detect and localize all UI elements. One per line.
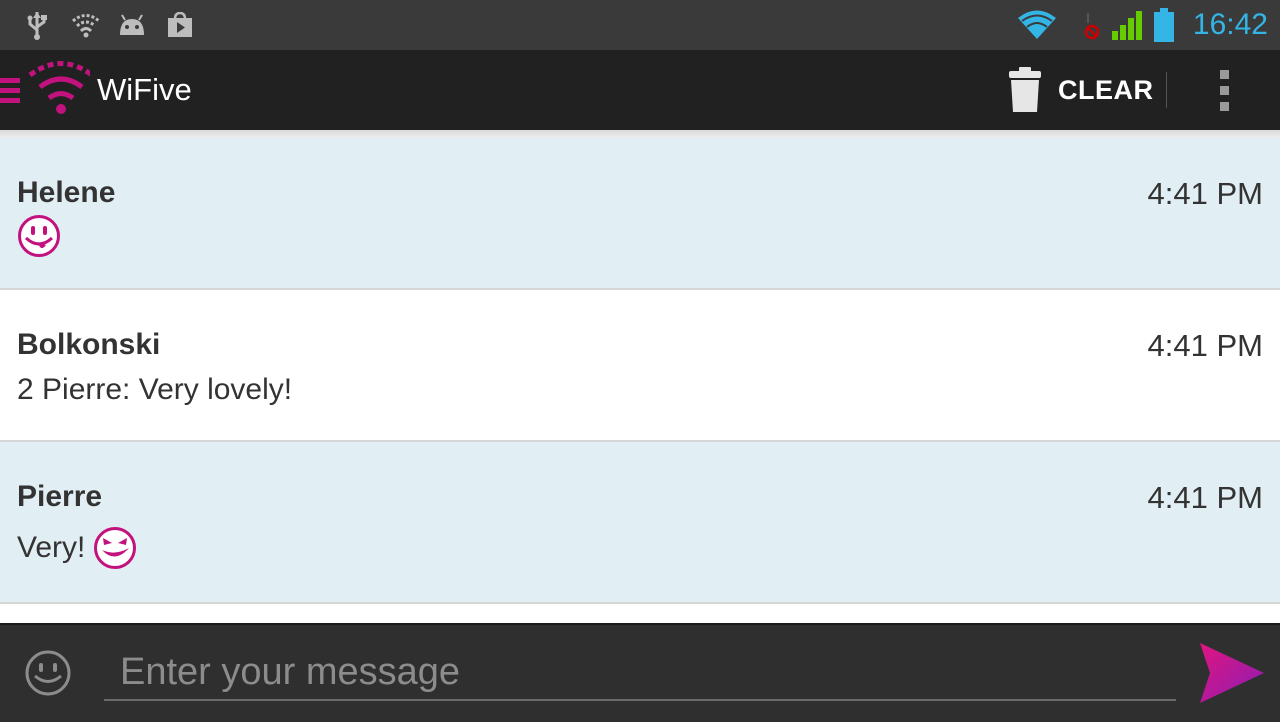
menu-icon xyxy=(0,78,20,103)
action-divider xyxy=(1166,72,1167,108)
message-item[interactable]: Pierre 4:41 PM Very! xyxy=(0,442,1280,604)
message-sender: Bolkonski xyxy=(17,328,161,361)
clear-label: CLEAR xyxy=(1058,74,1154,105)
message-text: Very! xyxy=(17,531,86,564)
smiley-tongue-icon xyxy=(18,215,60,257)
compose-bar xyxy=(0,623,1280,722)
message-body: Very! xyxy=(17,526,137,570)
signal-icon xyxy=(1080,0,1144,50)
message-time: 4:41 PM xyxy=(1147,176,1263,211)
app-title: WiFive xyxy=(97,72,192,107)
overflow-menu-icon[interactable] xyxy=(1200,50,1248,130)
send-icon[interactable] xyxy=(1198,641,1266,705)
trash-icon xyxy=(1009,67,1041,112)
play-store-icon xyxy=(166,0,194,50)
message-body: 2 Pierre: Very lovely! xyxy=(17,373,292,407)
message-time: 4:41 PM xyxy=(1147,480,1263,515)
drawer-toggle[interactable] xyxy=(0,50,90,130)
message-time: 4:41 PM xyxy=(1147,328,1263,363)
wifi-status-icon xyxy=(70,0,102,50)
message-item[interactable] xyxy=(0,604,1280,623)
wifive-logo-icon xyxy=(28,61,90,114)
action-bar-shadow xyxy=(0,130,1280,138)
message-item[interactable]: Helene 4:41 PM xyxy=(0,138,1280,290)
action-bar: WiFive CLEAR xyxy=(0,50,1280,130)
message-sender: Pierre xyxy=(17,480,103,513)
wifi-icon xyxy=(1016,0,1058,50)
message-list[interactable]: Helene 4:41 PM Bolkonski 4:41 PM 2 Pierr… xyxy=(0,138,1280,623)
message-text: 2 Pierre: Very lovely! xyxy=(17,373,293,406)
emoji-picker-icon[interactable] xyxy=(24,649,72,697)
battery-icon xyxy=(1152,0,1176,50)
usb-icon xyxy=(22,0,52,50)
message-item[interactable]: Bolkonski 4:41 PM 2 Pierre: Very lovely! xyxy=(0,290,1280,442)
status-bar: 16:42 xyxy=(0,0,1280,50)
android-icon xyxy=(116,0,148,50)
devil-grin-icon xyxy=(94,527,137,569)
status-time: 16:42 xyxy=(1192,8,1268,41)
message-input[interactable] xyxy=(104,645,1176,701)
message-body xyxy=(17,214,61,258)
message-sender: Helene xyxy=(17,176,116,209)
clear-button[interactable]: CLEAR xyxy=(1008,50,1168,130)
